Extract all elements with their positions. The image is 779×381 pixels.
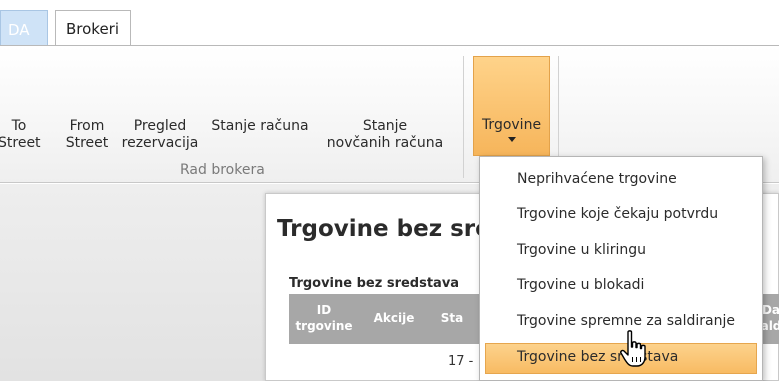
stanje-racuna-button[interactable]: Stanje računa	[205, 118, 315, 135]
trgovine-dropdown-button[interactable]: Trgovine	[473, 56, 550, 156]
ribbon-tab-strip: DA Brokeri	[0, 0, 779, 46]
column-header-id-line2: trgovine	[295, 319, 353, 333]
trgovine-label: Trgovine	[481, 117, 542, 133]
page-title: Trgovine bez sre	[277, 216, 491, 242]
stanje-novcanih-label-1: Stanje	[362, 118, 408, 134]
pregled-label-1: Pregled	[133, 118, 187, 134]
to-street-label-1: To	[11, 118, 27, 134]
hand-cursor-icon	[620, 330, 646, 367]
stanje-novcanih-racuna-button[interactable]: Stanje novčanih računa	[318, 118, 452, 152]
menu-item-u-blokadi[interactable]: Trgovine u blokadi	[485, 271, 757, 302]
column-header-stanje[interactable]: Sta	[432, 310, 472, 326]
pregled-label-2: rezervacija	[121, 135, 199, 151]
menu-item-u-kliringu[interactable]: Trgovine u kliringu	[485, 236, 757, 267]
table-caption: Trgovine bez sredstava	[289, 276, 460, 291]
column-header-akcije[interactable]: Akcije	[364, 310, 424, 326]
menu-item-neprihvacene[interactable]: Neprihvaćene trgovine	[485, 165, 757, 196]
column-header-id[interactable]: ID trgovine	[294, 302, 354, 334]
tab-brokeri[interactable]: Brokeri	[55, 10, 131, 46]
tab-da[interactable]: DA	[0, 10, 48, 45]
dropdown-arrow-icon	[507, 137, 516, 142]
from-street-button[interactable]: From Street	[60, 118, 114, 152]
menu-item-cekaju-potvrdu[interactable]: Trgovine koje čekaju potvrdu	[485, 200, 757, 231]
table-cell: 17 -	[448, 354, 474, 369]
stanje-racuna-label: Stanje računa	[211, 118, 309, 134]
from-street-label-2: Street	[65, 135, 109, 151]
pregled-rezervacija-button[interactable]: Pregled rezervacija	[116, 118, 204, 152]
column-header-id-line1: ID	[316, 303, 332, 317]
to-street-label-2: Street	[0, 135, 41, 151]
from-street-label-1: From	[69, 118, 105, 134]
ribbon-group-label: Rad brokera	[180, 162, 265, 178]
to-street-button[interactable]: To Street	[0, 118, 41, 152]
ribbon-separator	[463, 56, 464, 178]
stanje-novcanih-label-2: novčanih računa	[326, 135, 444, 151]
